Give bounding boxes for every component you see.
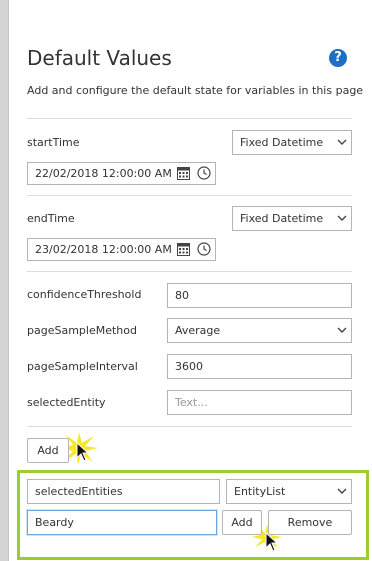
- new-variable-name-input[interactable]: selectedEntities: [27, 479, 220, 504]
- add-variable-button[interactable]: Add: [27, 438, 69, 463]
- selected-entity-label: selectedEntity: [27, 396, 106, 409]
- end-time-type-value: Fixed Datetime: [240, 212, 324, 225]
- end-time-date-value: 23/02/2018 12:00:00 AM: [35, 243, 172, 256]
- add-entity-button[interactable]: Add: [222, 510, 262, 535]
- divider: [27, 271, 352, 272]
- calendar-icon[interactable]: [177, 166, 190, 180]
- start-time-date-field[interactable]: 22/02/2018 12:00:00 AM: [27, 162, 216, 185]
- divider: [27, 426, 352, 427]
- left-panel-edge: [0, 0, 8, 561]
- question-icon[interactable]: ?: [329, 49, 347, 67]
- page-sample-interval-input[interactable]: 3600: [167, 354, 352, 379]
- page-title: Default Values: [27, 46, 172, 70]
- page-sample-method-select[interactable]: Average: [167, 318, 352, 343]
- divider: [27, 195, 352, 196]
- mouse-pointer-icon: [265, 532, 279, 552]
- confidence-threshold-label: confidenceThreshold: [27, 288, 142, 301]
- new-variable-type-select[interactable]: EntityList: [226, 479, 352, 504]
- end-time-label: endTime: [27, 212, 75, 225]
- new-entity-input[interactable]: Beardy: [27, 510, 217, 535]
- page-sample-method-label: pageSampleMethod: [27, 324, 137, 337]
- chevron-down-icon: [337, 139, 347, 145]
- left-panel-border: [8, 0, 9, 561]
- start-time-date-value: 22/02/2018 12:00:00 AM: [35, 167, 172, 180]
- page-description: Add and configure the default state for …: [27, 84, 364, 97]
- divider: [27, 118, 352, 119]
- chevron-down-icon: [337, 327, 347, 333]
- chevron-down-icon: [337, 488, 347, 494]
- mouse-pointer-icon: [76, 442, 90, 462]
- end-time-type-select[interactable]: Fixed Datetime: [232, 206, 352, 231]
- remove-variable-button[interactable]: Remove: [268, 510, 352, 535]
- start-time-type-value: Fixed Datetime: [240, 136, 324, 149]
- selected-entity-input[interactable]: Text...: [167, 390, 352, 415]
- page-sample-interval-label: pageSampleInterval: [27, 360, 138, 373]
- start-time-label: startTime: [27, 136, 80, 149]
- end-time-date-field[interactable]: 23/02/2018 12:00:00 AM: [27, 238, 216, 261]
- page-sample-method-value: Average: [175, 324, 221, 337]
- clock-icon[interactable]: [197, 166, 211, 180]
- calendar-icon[interactable]: [177, 242, 190, 256]
- start-time-type-select[interactable]: Fixed Datetime: [232, 130, 352, 155]
- chevron-down-icon: [337, 215, 347, 221]
- confidence-threshold-input[interactable]: 80: [167, 283, 352, 308]
- new-variable-type-value: EntityList: [234, 485, 286, 498]
- clock-icon[interactable]: [197, 242, 211, 256]
